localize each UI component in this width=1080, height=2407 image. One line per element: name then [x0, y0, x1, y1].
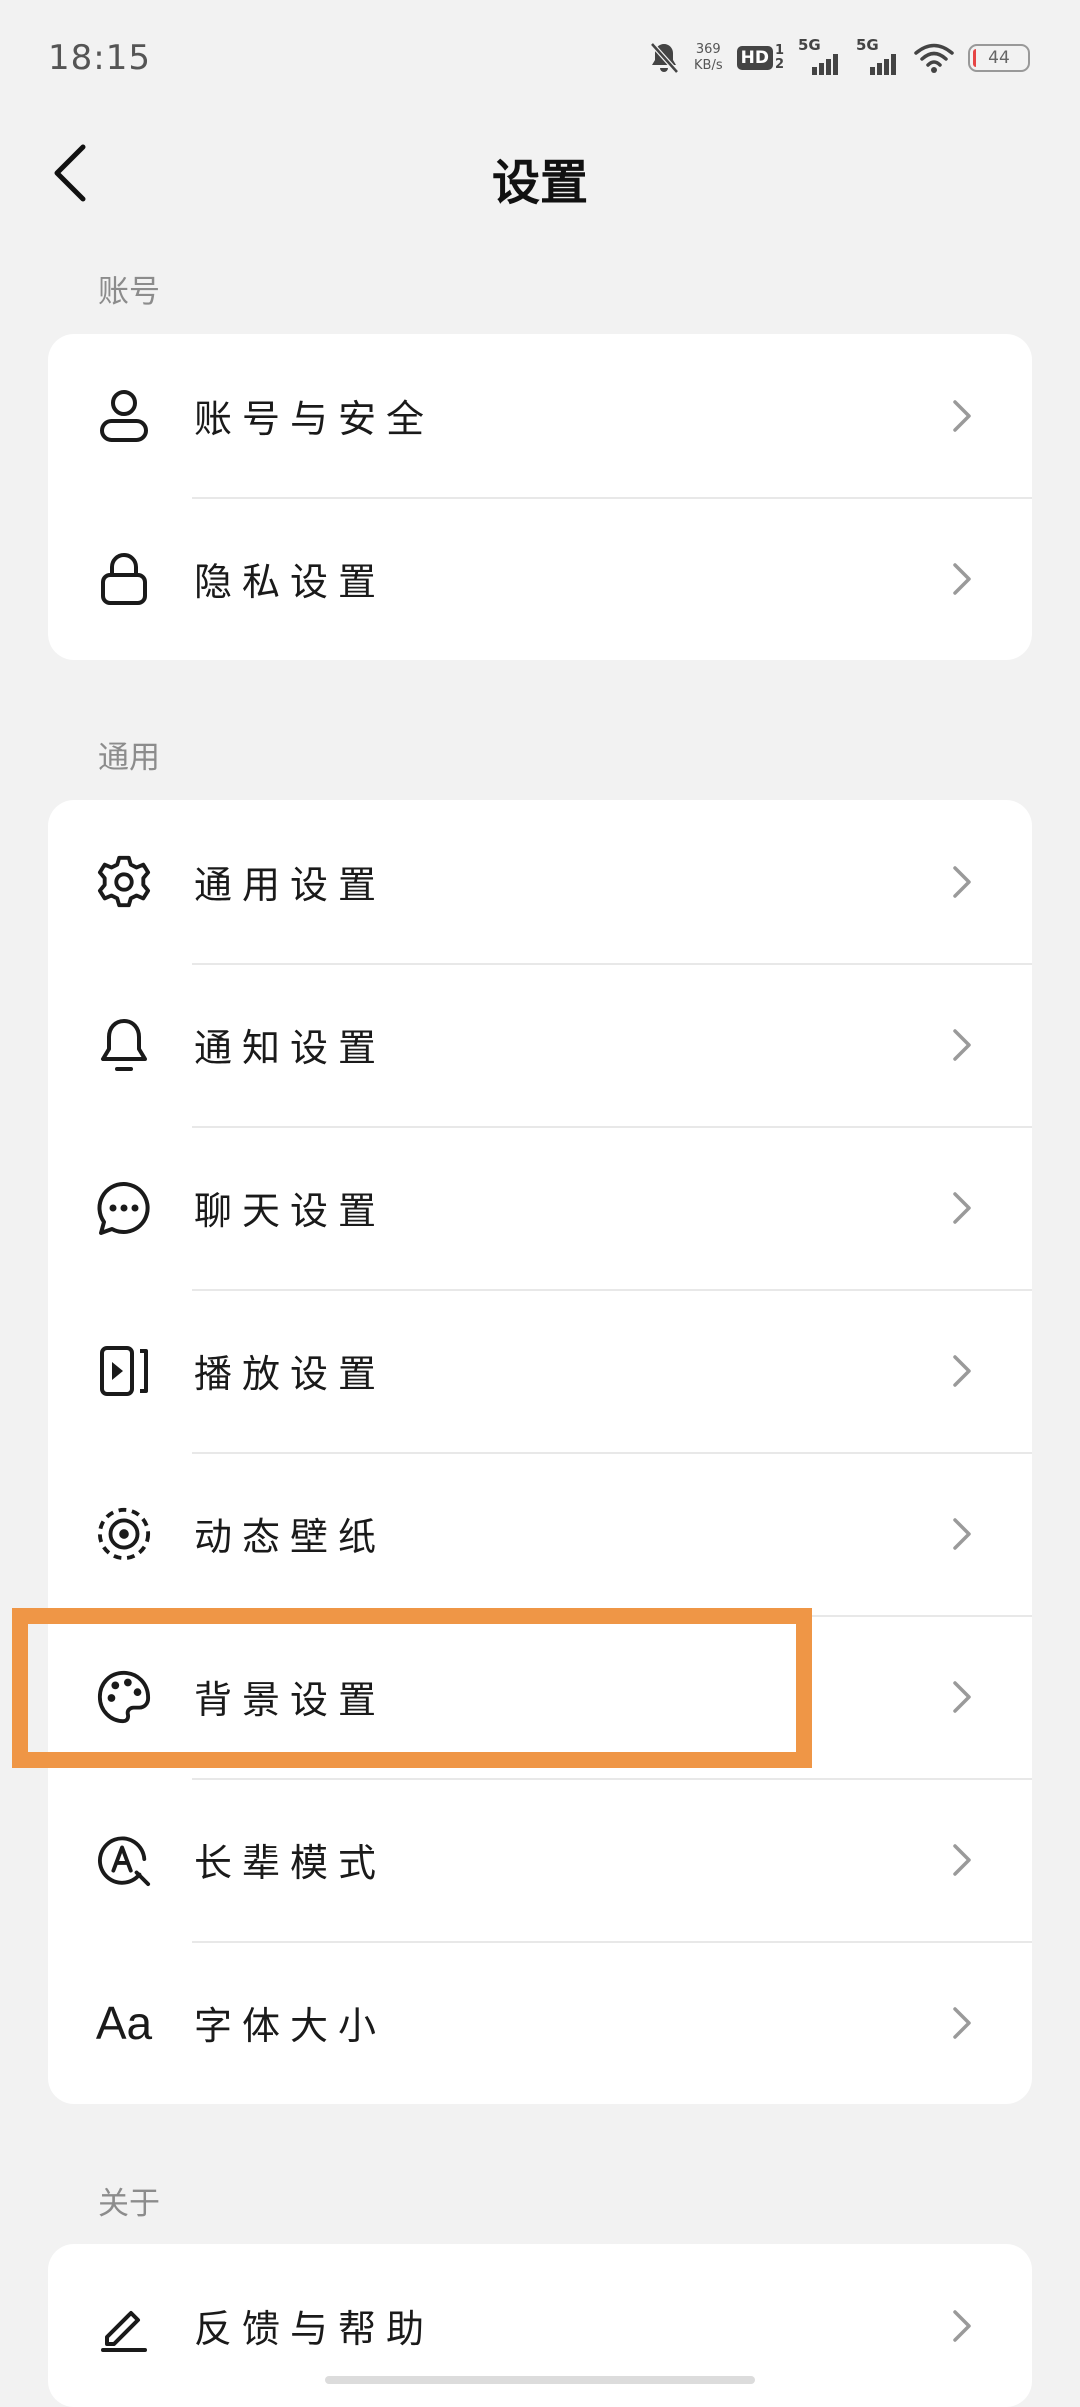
chevron-right-icon [948, 396, 976, 436]
person-icon [96, 388, 152, 444]
row-label: 播放设置 [194, 1352, 387, 1396]
row-label: 动态壁纸 [194, 1515, 387, 1559]
status-time: 18:15 [48, 38, 151, 78]
network-speed-value: 369 [695, 42, 721, 57]
pencil-icon [96, 2298, 152, 2354]
bell-icon [96, 1017, 152, 1073]
palette-icon [96, 1669, 152, 1725]
signal-5g-sim2: 5G [856, 36, 900, 76]
play-icon [96, 1343, 152, 1399]
chevron-right-icon [948, 559, 976, 599]
chevron-right-icon [948, 1840, 976, 1880]
row-label: 聊天设置 [194, 1189, 387, 1233]
hd-sim-bottom: 2 [774, 57, 784, 72]
chevron-right-icon [948, 1025, 976, 1065]
gear-icon [96, 854, 152, 910]
row-label: 账号与安全 [194, 397, 435, 441]
section-label-about: 关于 [98, 2186, 160, 2222]
row-label: 通知设置 [194, 1026, 387, 1070]
settings-row-chat[interactable]: 聊天设置 [48, 1126, 1032, 1289]
settings-row-notification[interactable]: 通知设置 [48, 963, 1032, 1126]
chevron-right-icon [948, 2306, 976, 2346]
status-bar: 18:15 369 KB/s HD 1 2 5G 5G 44 [0, 0, 1080, 115]
font-size-icon: Aa [96, 1995, 152, 2051]
settings-row-font-size[interactable]: Aa 字体大小 [48, 1941, 1032, 2104]
wifi-icon [914, 42, 954, 74]
chevron-right-icon [948, 2003, 976, 2043]
general-card: 通用设置 通知设置 聊天设置 播放设置 动态壁纸 背景设置 长辈模式 Aa 字体… [48, 800, 1032, 2104]
settings-row-elder-mode[interactable]: 长辈模式 [48, 1778, 1032, 1941]
row-label: 通用设置 [194, 863, 387, 907]
hd-sim-top: 1 [774, 43, 784, 58]
chevron-right-icon [948, 1188, 976, 1228]
hd-sims: 1 2 [775, 44, 784, 72]
chat-bubble-icon [96, 1180, 152, 1236]
status-icons: 369 KB/s HD 1 2 5G 5G 44 [648, 36, 1030, 80]
settings-row-account-security[interactable]: 账号与安全 [48, 334, 1032, 497]
elder-mode-icon [96, 1832, 152, 1888]
row-label: 字体大小 [194, 2004, 387, 2048]
row-label: 背景设置 [194, 1678, 387, 1722]
chevron-right-icon [948, 1351, 976, 1391]
chevron-right-icon [948, 1514, 976, 1554]
network-speed: 369 KB/s [694, 42, 723, 74]
font-size-glyph: Aa [95, 1996, 153, 2049]
hd-voice-badge: HD 1 2 [736, 44, 784, 72]
live-wallpaper-icon [96, 1506, 152, 1562]
settings-row-general[interactable]: 通用设置 [48, 800, 1032, 963]
lock-icon [96, 551, 152, 607]
signal-5g-sim1: 5G [798, 36, 842, 76]
battery-icon: 44 [968, 44, 1030, 72]
section-label-account: 账号 [98, 274, 160, 310]
home-indicator[interactable] [325, 2376, 755, 2384]
settings-row-playback[interactable]: 播放设置 [48, 1289, 1032, 1452]
account-card: 账号与安全 隐私设置 [48, 334, 1032, 660]
mute-bell-icon [648, 41, 680, 75]
settings-row-live-wallpaper[interactable]: 动态壁纸 [48, 1452, 1032, 1615]
battery-level: 44 [988, 48, 1010, 68]
settings-row-privacy[interactable]: 隐私设置 [48, 497, 1032, 660]
settings-row-background[interactable]: 背景设置 [48, 1615, 1032, 1778]
signal1-label: 5G [798, 36, 821, 54]
signal2-label: 5G [856, 36, 879, 54]
row-label: 隐私设置 [194, 560, 387, 604]
hd-label: HD [736, 46, 773, 70]
chevron-right-icon [948, 862, 976, 902]
section-label-general: 通用 [98, 740, 160, 776]
page-title: 设置 [491, 155, 588, 211]
app-header: 设置 [0, 115, 1080, 230]
network-speed-unit: KB/s [694, 58, 723, 73]
row-label: 长辈模式 [194, 1841, 387, 1885]
chevron-right-icon [948, 1677, 976, 1717]
row-label: 反馈与帮助 [194, 2307, 435, 2351]
